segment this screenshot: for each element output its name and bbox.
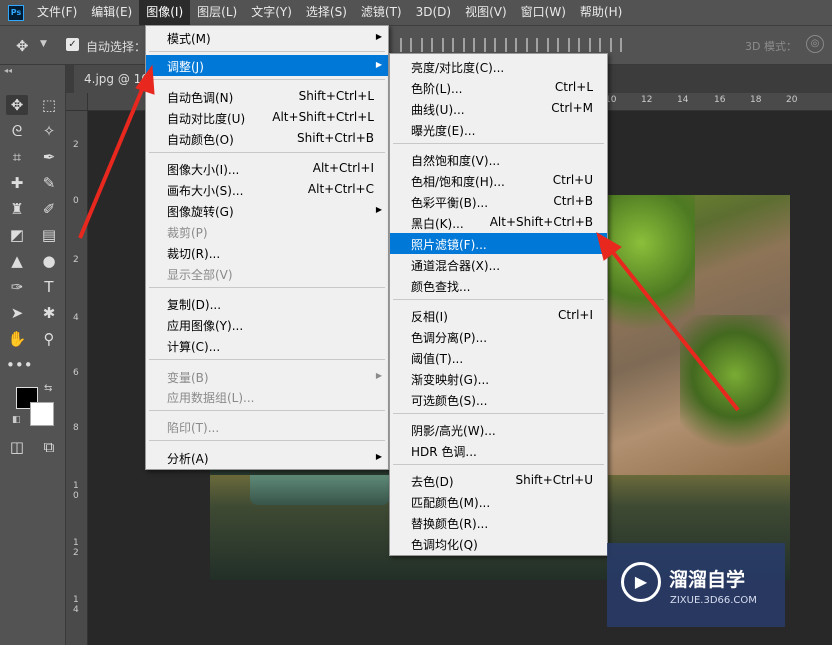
watermark-title: 溜溜自学 (669, 569, 746, 591)
photoshop-window: { "app": {"logo": "Ps"}, "menubar": { "i… (0, 0, 832, 645)
arrow-to-adjustments (78, 79, 148, 239)
arrow-to-photo-filter (606, 244, 740, 412)
watermark-logo: ▶ 溜溜自学 ZIXUE.3D66.COM (607, 543, 785, 627)
play-logo-icon: ▶ (621, 562, 661, 602)
watermark-url: ZIXUE.3D66.COM (670, 595, 757, 606)
arrow-head (135, 64, 155, 95)
